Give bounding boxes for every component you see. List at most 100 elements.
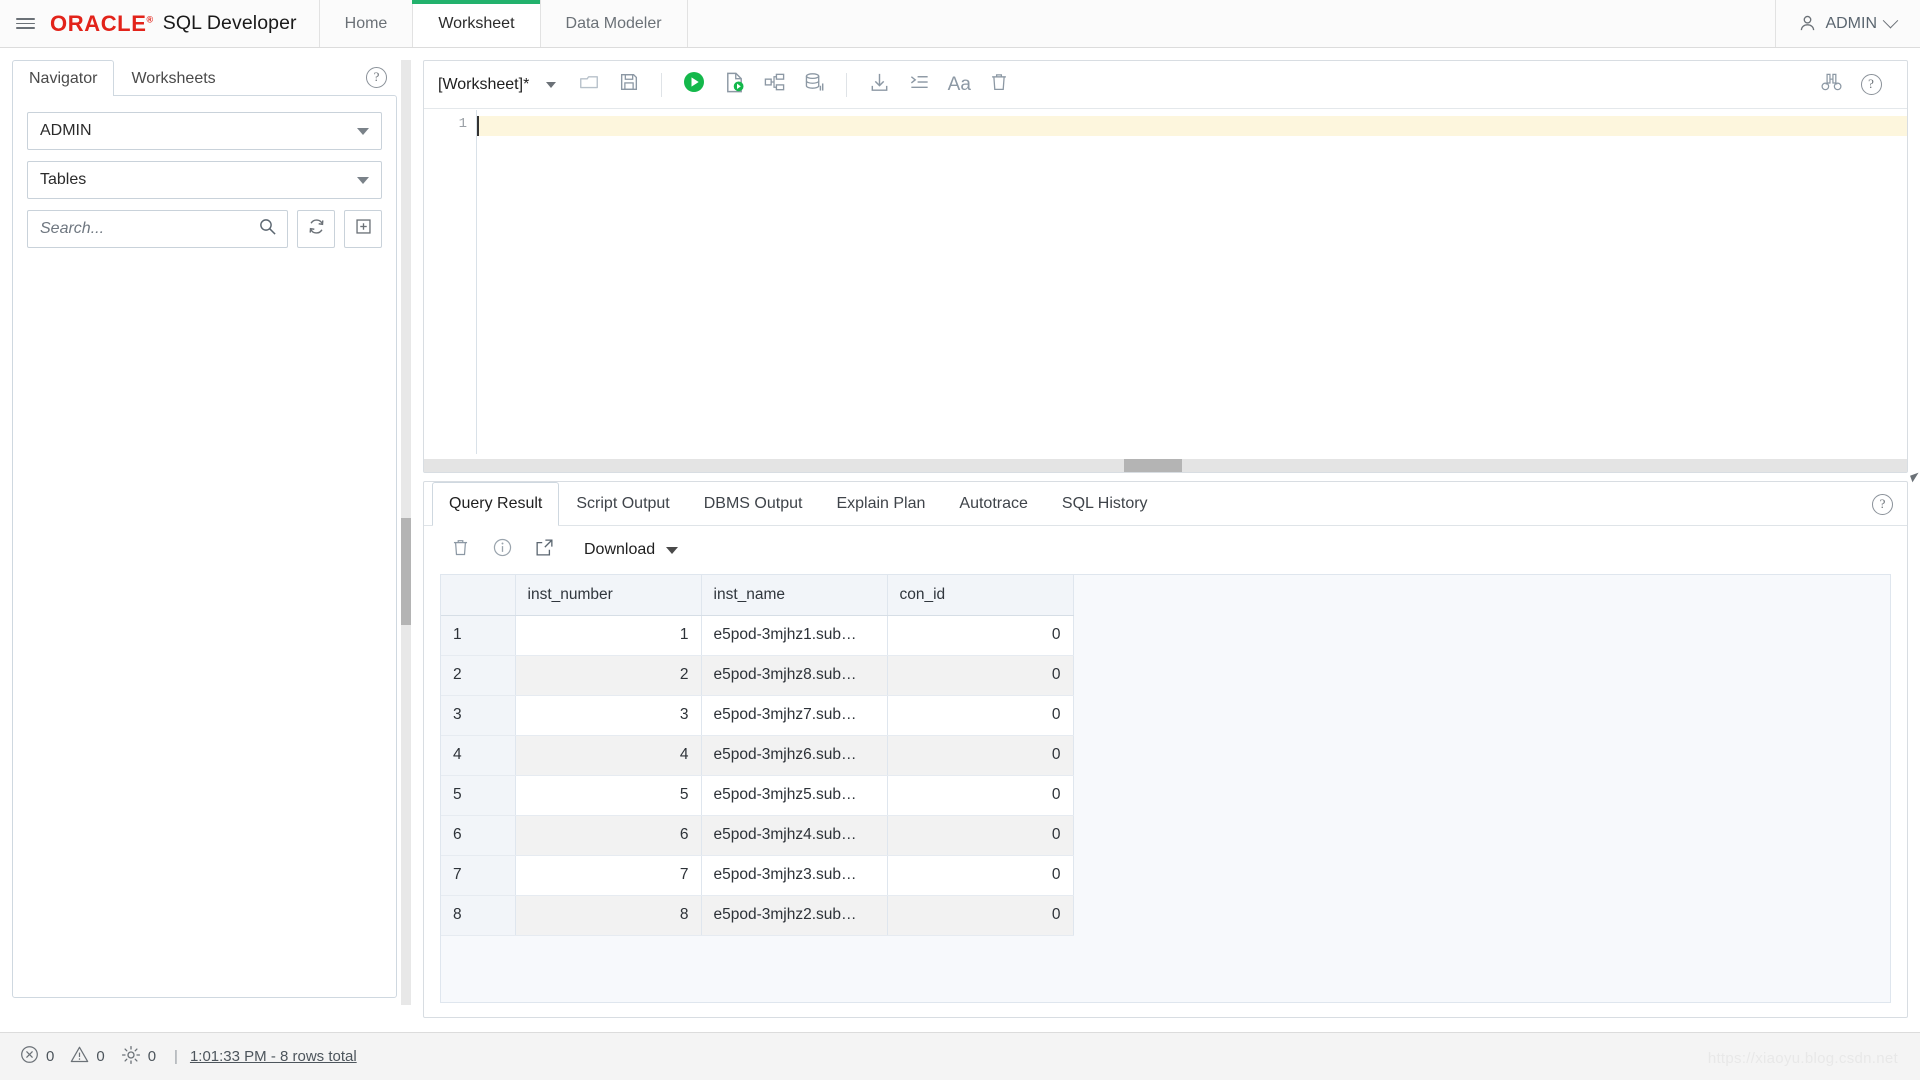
tab-home[interactable]: Home	[318, 0, 413, 47]
navigator-vertical-scrollbar[interactable]	[401, 60, 411, 1005]
oracle-wordmark: ORACLE	[50, 10, 147, 36]
cell-inst-name[interactable]: e5pod-3mjhz5.sub…	[701, 775, 888, 816]
search-icon[interactable]	[258, 217, 277, 241]
cell-inst-name[interactable]: e5pod-3mjhz8.sub…	[701, 655, 888, 696]
table-row[interactable]: 3 3 e5pod-3mjhz7.sub… 0	[441, 695, 1074, 736]
cell-inst-number[interactable]: 6	[515, 815, 702, 856]
cell-inst-number[interactable]: 7	[515, 855, 702, 896]
editor-horizontal-scrollbar[interactable]	[424, 459, 1907, 472]
table-row[interactable]: 6 6 e5pod-3mjhz4.sub… 0	[441, 815, 1074, 856]
error-status[interactable]: 0	[20, 1045, 54, 1068]
clear-worksheet-button[interactable]	[982, 68, 1016, 102]
table-row[interactable]: 1 1 e5pod-3mjhz1.sub… 0	[441, 615, 1074, 656]
row-number-cell: 8	[441, 895, 516, 936]
results-grid-container[interactable]: inst_number inst_name con_id 1 1 e5pod-3…	[440, 574, 1891, 1003]
find-button[interactable]	[1814, 68, 1848, 102]
cell-inst-name[interactable]: e5pod-3mjhz7.sub…	[701, 695, 888, 736]
tab-script-output[interactable]: Script Output	[559, 482, 686, 525]
panel-tab-navigator[interactable]: Navigator	[12, 60, 115, 97]
grid-column-header-con-id[interactable]: con_id	[887, 575, 1074, 616]
cell-inst-number[interactable]: 2	[515, 655, 702, 696]
table-row[interactable]: 8 8 e5pod-3mjhz2.sub… 0	[441, 895, 1074, 936]
main-nav-tabs: Home Worksheet Data Modeler	[318, 0, 688, 47]
cell-inst-number[interactable]: 8	[515, 895, 702, 936]
object-type-select-value: Tables	[40, 171, 87, 188]
grid-column-header-inst-name[interactable]: inst_name	[701, 575, 888, 616]
new-object-button[interactable]	[344, 210, 382, 248]
cell-inst-number[interactable]: 3	[515, 695, 702, 736]
navigator-help-button[interactable]: ?	[366, 67, 387, 88]
results-help-button[interactable]: ?	[1872, 494, 1893, 515]
commit-button[interactable]	[862, 68, 896, 102]
table-row[interactable]: 2 2 e5pod-3mjhz8.sub… 0	[441, 655, 1074, 696]
table-row[interactable]: 5 5 e5pod-3mjhz5.sub… 0	[441, 775, 1074, 816]
cell-inst-number[interactable]: 1	[515, 615, 702, 656]
refresh-button[interactable]	[297, 210, 335, 248]
trash-icon	[988, 71, 1010, 98]
cell-con-id[interactable]: 0	[887, 655, 1074, 696]
toolbar-divider	[846, 72, 848, 97]
row-number-cell: 7	[441, 855, 516, 896]
hamburger-menu-button[interactable]	[0, 0, 50, 47]
change-case-button[interactable]: Aa	[942, 68, 976, 102]
sql-editor[interactable]: 1	[424, 110, 1907, 454]
status-bar: 0 0 0 | 1:01:33 PM - 8 rows total	[0, 1032, 1920, 1080]
worksheet-name-dropdown[interactable]	[541, 68, 561, 102]
tab-data-modeler[interactable]: Data Modeler	[539, 0, 688, 47]
cell-inst-number[interactable]: 4	[515, 735, 702, 776]
search-input[interactable]	[40, 220, 258, 238]
schema-select[interactable]: ADMIN	[27, 112, 382, 150]
cell-inst-name[interactable]: e5pod-3mjhz1.sub…	[701, 615, 888, 656]
autotrace-button[interactable]	[797, 68, 831, 102]
save-button[interactable]	[612, 68, 646, 102]
open-in-new-window-button[interactable]	[527, 533, 561, 567]
clear-results-button[interactable]	[443, 533, 477, 567]
person-icon	[1798, 14, 1817, 33]
cell-inst-name[interactable]: e5pod-3mjhz2.sub…	[701, 895, 888, 936]
tab-sql-history[interactable]: SQL History	[1045, 482, 1165, 525]
cell-inst-number[interactable]: 5	[515, 775, 702, 816]
cell-con-id[interactable]: 0	[887, 815, 1074, 856]
scrollbar-thumb[interactable]	[401, 518, 411, 625]
warning-status[interactable]: 0	[70, 1045, 105, 1068]
cell-inst-name[interactable]: e5pod-3mjhz3.sub…	[701, 855, 888, 896]
editor-code-area[interactable]	[477, 110, 1907, 454]
toolbar-divider	[661, 72, 663, 97]
tab-autotrace[interactable]: Autotrace	[942, 482, 1044, 525]
tab-explain-plan[interactable]: Explain Plan	[819, 482, 942, 525]
object-type-select[interactable]: Tables	[27, 161, 382, 199]
tab-dbms-output[interactable]: DBMS Output	[687, 482, 820, 525]
result-info-button[interactable]	[485, 533, 519, 567]
download-button[interactable]: Download	[584, 541, 679, 559]
status-text[interactable]: 1:01:33 PM - 8 rows total	[190, 1048, 357, 1065]
run-script-button[interactable]	[717, 68, 751, 102]
search-field-wrapper[interactable]	[27, 210, 288, 248]
worksheet-help-button[interactable]: ?	[1854, 68, 1888, 102]
current-line-highlight	[477, 116, 1907, 136]
cell-inst-name[interactable]: e5pod-3mjhz4.sub…	[701, 815, 888, 856]
cell-con-id[interactable]: 0	[887, 735, 1074, 776]
open-file-button[interactable]	[572, 68, 606, 102]
cell-con-id[interactable]: 0	[887, 775, 1074, 816]
cell-con-id[interactable]: 0	[887, 695, 1074, 736]
caret-down-icon	[357, 127, 369, 135]
run-script-icon	[723, 71, 746, 99]
grid-column-header-inst-number[interactable]: inst_number	[515, 575, 702, 616]
panel-tab-worksheets[interactable]: Worksheets	[114, 60, 232, 96]
cell-con-id[interactable]: 0	[887, 615, 1074, 656]
cell-inst-name[interactable]: e5pod-3mjhz6.sub…	[701, 735, 888, 776]
row-number-cell: 5	[441, 775, 516, 816]
explain-plan-button[interactable]	[757, 68, 791, 102]
table-row[interactable]: 4 4 e5pod-3mjhz6.sub… 0	[441, 735, 1074, 776]
worksheet-name-label: [Worksheet]*	[438, 75, 530, 93]
user-menu[interactable]: ADMIN	[1775, 0, 1920, 47]
scrollbar-thumb[interactable]	[1124, 459, 1182, 472]
format-sql-button[interactable]	[902, 68, 936, 102]
tab-worksheet[interactable]: Worksheet	[412, 0, 541, 47]
settings-status[interactable]: 0	[121, 1045, 156, 1069]
cell-con-id[interactable]: 0	[887, 895, 1074, 936]
tab-query-result[interactable]: Query Result	[432, 482, 560, 526]
cell-con-id[interactable]: 0	[887, 855, 1074, 896]
run-statement-button[interactable]	[677, 68, 711, 102]
table-row[interactable]: 7 7 e5pod-3mjhz3.sub… 0	[441, 855, 1074, 896]
